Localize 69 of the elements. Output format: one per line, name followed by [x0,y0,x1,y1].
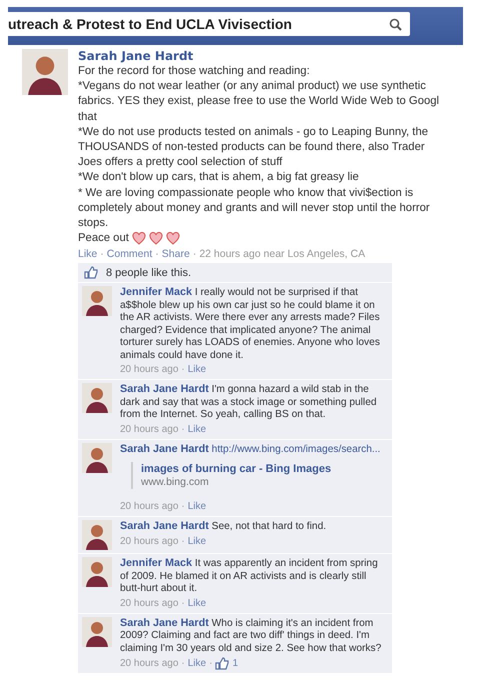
heart-icon [132,232,146,246]
comment-text: Sarah Jane Hardt See, not that hard to find. [120,520,326,534]
post-text: THOUSANDS of non-tested products can be found there, also Trader [78,140,425,156]
post-text: completely about money and grants and will never stop until the horror [78,200,430,216]
post-text: fabrics. YES they exist, please free to use the World Wide Web to Googl [78,94,440,110]
like-count[interactable]: 1 [232,658,238,670]
post-text: Peace out [78,231,129,246]
comment-text: Sarah Jane Hardt Who is claiming it's an incident from 2009? Claiming and fact are two diff' things in deed. I'm claiming I'm 30 years old and size 2. See how that works? [120,616,382,656]
post-text: that [78,110,97,125]
avatar[interactable] [82,616,112,647]
comment-text: Jennifer Mack It was apparently an incident from spring of 2009. He blamed it on AR activists and is clearly still butt-hurt about it. [120,557,379,596]
post-text: stops. [78,216,108,232]
action-link[interactable]: Like [78,248,98,260]
timestamp: 20 hours ago [120,424,178,436]
separator: · [181,536,185,548]
separator: · [155,248,159,260]
like-link[interactable]: Like [188,424,206,436]
like-link[interactable]: Like [188,536,206,548]
comment-author[interactable]: Sarah Jane Hardt [120,442,209,455]
avatar[interactable] [22,49,68,95]
avatar[interactable] [82,286,112,316]
separator: · [192,248,196,260]
action-link[interactable]: Comment [106,248,152,260]
comment-author[interactable]: Jennifer Mack [120,286,192,298]
link-domain: www.bing.com [141,476,210,488]
link-title[interactable]: images of burning car - Bing Images [141,463,380,476]
timestamp: 20 hours ago [120,364,178,376]
separator: · [181,364,185,376]
action-link[interactable]: Share [162,248,190,260]
avatar[interactable] [82,557,112,588]
avatar[interactable] [82,383,112,414]
like-icon [215,657,230,670]
separator: · [181,658,185,670]
comment-text: Sarah Jane Hardt I'm gonna hazard a wild stab in the dark and say that was a stock image or something pulled from the Internet. So yeah, calling BS on that. [120,383,378,422]
comment-author[interactable]: Sarah Jane Hardt [120,616,209,629]
timestamp: 20 hours ago [120,501,178,514]
post-text: For the record for those watching and reading: [78,64,310,79]
comment-author[interactable]: Sarah Jane Hardt [120,383,209,396]
timestamp: 20 hours ago [120,598,178,610]
post-text: Joes offers a pretty cool selection of stuff [78,155,282,170]
post-text: *Vegans do not wear leather (or any animal product) we use synthetic [78,79,426,94]
search-field[interactable]: utreach & Protest to End UCLA Vivisection [8,12,410,36]
separator: · [181,424,185,436]
separator: · [181,501,185,514]
author-name[interactable]: Sarah Jane Hardt [78,49,440,64]
post-text: *We don't blow up cars, that is ahem, a big fat greasy lie [78,170,359,186]
timestamp: 20 hours ago [120,658,178,670]
post-text: * We are loving compassionate people who know that vivi$ection is [78,186,414,201]
timestamp: 22 hours ago near Los Angeles, CA [199,248,366,260]
separator: · [100,248,104,260]
like-link[interactable]: Like [188,658,206,670]
heart-icon [166,232,180,246]
like-link[interactable]: Like [188,598,206,610]
heart-icon [148,232,163,246]
like-link[interactable]: Like [188,501,206,514]
avatar[interactable] [82,520,112,550]
avatar[interactable] [82,442,112,473]
separator: · [209,658,212,670]
comment-author[interactable]: Sarah Jane Hardt [120,520,209,532]
timestamp: 20 hours ago [120,536,178,548]
likes-text[interactable]: 8 people like this. [106,266,191,279]
comment-link[interactable]: http://www.bing.com/images/search... [212,444,380,455]
comment-author[interactable]: Jennifer Mack [120,557,192,570]
post-text: *We do not use products tested on animals - go to Leaping Bunny, the [78,124,428,140]
comment-text: Jennifer Mack I really would not be surprised if that a$$hole blew up his own car just so he could blame it on the AR activists. Were there ever any arrests made? Files charged? Evidence that implicated anyone? The animal torturer surely has LOADS of enemies. Anyone who loves animals could have done it. [120,286,381,362]
like-link[interactable]: Like [188,364,206,376]
like-icon [84,266,98,280]
search-icon[interactable] [389,18,402,31]
separator: · [181,598,185,610]
